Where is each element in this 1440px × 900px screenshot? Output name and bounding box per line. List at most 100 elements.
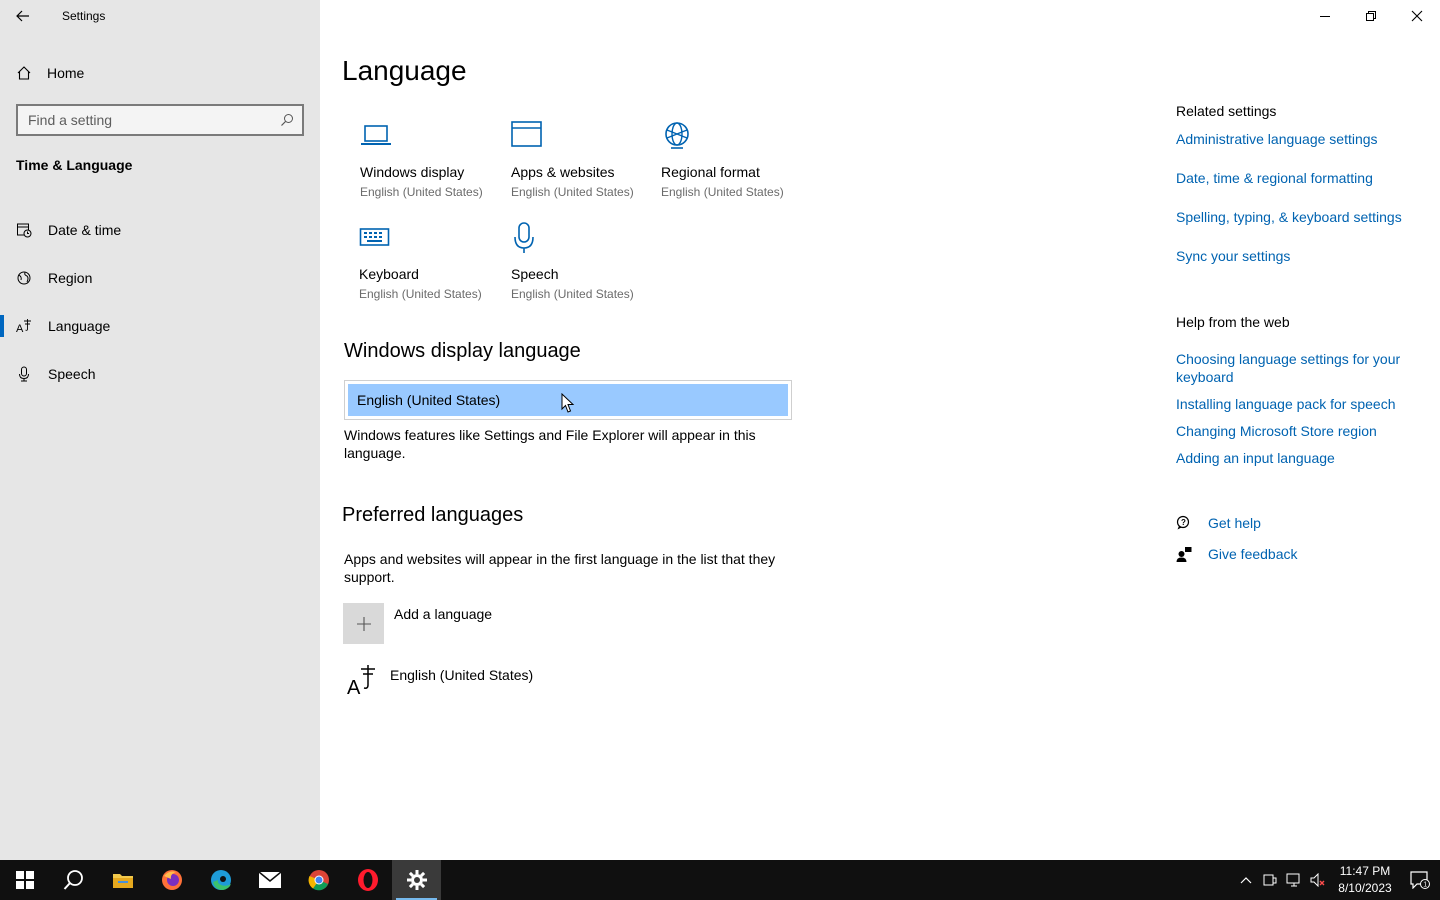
display-language-heading: Windows display language [344,340,581,362]
give-feedback-label: Give feedback [1208,546,1298,562]
tile-title: Speech [511,266,559,282]
link-administrative-language[interactable]: Administrative language settings [1176,130,1416,148]
sidebar-item-region[interactable]: Region [0,254,320,302]
start-icon [15,871,34,889]
tile-subtitle: English (United States) [511,185,634,199]
link-sync-settings[interactable]: Sync your settings [1176,247,1416,265]
link-adding-input-language[interactable]: Adding an input language [1176,449,1416,467]
preferred-languages-heading: Preferred languages [342,504,524,526]
close-button[interactable] [1394,0,1440,32]
tray-device-button[interactable] [1258,860,1282,900]
window-controls [1302,0,1440,32]
language-icon: A [16,319,31,334]
tray-network-button[interactable] [1282,860,1306,900]
tile-title: Windows display [360,164,465,180]
tile-apps-websites[interactable]: Apps & websites English (United States) [511,120,651,199]
give-feedback-link[interactable]: Give feedback [1176,546,1298,562]
sidebar-item-label: Date & time [48,222,122,238]
minimize-button[interactable] [1302,0,1348,32]
get-help-label: Get help [1208,515,1261,531]
restore-icon [1366,11,1376,21]
language-name: English (United States) [390,667,534,683]
section-title: Time & Language [16,157,133,173]
clock-time: 11:47 PM [1339,864,1391,878]
help-from-web-title: Help from the web [1176,314,1290,330]
preferred-languages-description: Apps and websites will appear in the fir… [344,551,776,585]
sidebar-item-date-time[interactable]: Date & time [0,206,320,254]
link-changing-store-region[interactable]: Changing Microsoft Store region [1176,422,1416,440]
taskbar-firefox[interactable] [147,860,196,900]
back-arrow-icon [16,10,29,22]
link-choosing-language-keyboard[interactable]: Choosing language settings for your keyb… [1176,350,1416,386]
tile-keyboard[interactable]: Keyboard English (United States) [359,222,499,301]
volume-muted-icon [1310,873,1325,887]
mail-icon [258,871,281,888]
link-spelling-typing-keyboard[interactable]: Spelling, typing, & keyboard settings [1176,208,1416,226]
search-icon[interactable] [280,113,294,127]
taskbar-opera[interactable] [343,860,392,900]
search-input[interactable] [28,112,280,128]
mouse-pointer-icon [561,393,575,413]
action-center-button[interactable]: 1 [1400,860,1440,900]
sidebar-item-label: Region [48,270,93,286]
chevron-up-icon [1240,877,1252,884]
microphone-icon [19,366,29,382]
language-list-item[interactable]: A English (United States) [344,664,533,696]
show-hidden-icons-button[interactable] [1234,860,1258,900]
sidebar-item-language[interactable]: A Language [0,302,320,350]
taskbar-search-button[interactable] [49,860,98,900]
related-settings-title: Related settings [1176,103,1277,119]
app-title: Settings [62,9,106,23]
taskbar-edge[interactable] [196,860,245,900]
globe-icon [665,122,689,149]
calendar-clock-icon [17,223,32,238]
taskbar-file-explorer[interactable] [98,860,147,900]
network-icon [1286,873,1300,887]
file-explorer-icon [112,874,133,888]
notification-count: 1 [1423,882,1427,889]
keyboard-icon [359,228,390,246]
start-button[interactable] [0,860,49,900]
feedback-person-icon [1176,547,1192,562]
chat-help-icon: ? [1176,515,1190,530]
tile-speech[interactable]: Speech English (United States) [511,222,651,301]
tile-subtitle: English (United States) [661,185,784,199]
add-language-label: Add a language [394,606,493,622]
notification-icon: 1 [1410,871,1430,889]
tile-title: Keyboard [359,266,419,282]
search-box[interactable] [16,104,304,136]
taskbar-settings[interactable] [392,860,441,900]
restore-button[interactable] [1348,0,1394,32]
language-icon: A [347,665,375,696]
taskbar-chrome[interactable] [294,860,343,900]
search-icon [63,870,83,890]
taskbar-mail[interactable] [245,860,294,900]
get-help-link[interactable]: ? Get help [1176,515,1261,531]
add-language-button[interactable]: Add a language [343,603,492,644]
taskbar: 11:47 PM 8/10/2023 1 [0,860,1440,900]
sidebar-item-label: Speech [48,366,96,382]
tray-volume-button[interactable] [1306,860,1330,900]
firefox-icon [161,870,182,890]
edge-icon [210,870,231,890]
svg-text:A: A [347,677,361,696]
tile-regional-format[interactable]: Regional format English (United States) [661,120,801,199]
minimize-icon [1320,16,1330,17]
sidebar-item-speech[interactable]: Speech [0,350,320,398]
clock-date: 8/10/2023 [1338,881,1392,895]
microphone-icon [514,222,534,253]
taskbar-clock[interactable]: 11:47 PM 8/10/2023 [1330,863,1400,897]
tile-title: Apps & websites [511,164,615,180]
link-installing-language-pack[interactable]: Installing language pack for speech [1176,395,1416,413]
plus-icon [343,603,384,644]
tile-subtitle: English (United States) [511,287,634,301]
back-button[interactable] [0,0,46,32]
link-date-time-formatting[interactable]: Date, time & regional formatting [1176,169,1416,187]
tile-subtitle: English (United States) [359,287,482,301]
close-icon [1411,10,1423,22]
home-nav-item[interactable]: Home [16,62,84,84]
tile-subtitle: English (United States) [360,185,483,199]
tile-title: Regional format [661,164,760,180]
settings-icon [406,870,427,890]
tile-windows-display[interactable]: Windows display English (United States) [360,120,500,199]
